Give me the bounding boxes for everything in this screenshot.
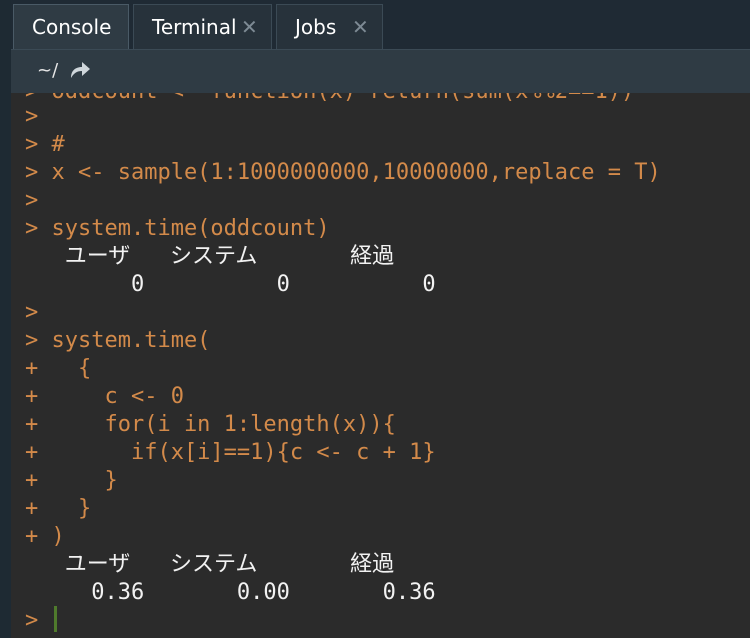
pane-left-border [0, 0, 11, 638]
working-directory-path: ~/ [37, 60, 59, 81]
tab-terminal[interactable]: Terminal ✕ [133, 4, 272, 49]
tab-jobs[interactable]: Jobs ✕ [276, 4, 383, 49]
console-line: > # [25, 132, 65, 157]
share-arrow-icon[interactable] [68, 59, 92, 85]
console-line: > [25, 188, 39, 213]
tab-terminal-label: Terminal [152, 15, 237, 39]
console-line: + } [25, 496, 92, 521]
console-line: + if(x[i]==1){c <- c + 1} [25, 440, 436, 465]
console-line: > oddcount <- function(x) return(sum(x%%… [25, 93, 634, 106]
console-output-line: 0.36 0.00 0.36 [25, 580, 449, 605]
console-output-line: 0 0 0 [25, 272, 449, 297]
console-line: + { [25, 356, 92, 381]
close-icon[interactable]: ✕ [241, 5, 258, 49]
tab-bar: Console Terminal ✕ Jobs ✕ [11, 0, 750, 49]
console-output-line: ユーザ システム 経過 [25, 552, 421, 577]
rstudio-console-pane: Console Terminal ✕ Jobs ✕ ~/ > oddcount … [0, 0, 750, 638]
close-icon[interactable]: ✕ [352, 5, 369, 49]
console-output[interactable]: > oddcount <- function(x) return(sum(x%%… [11, 93, 750, 638]
console-line: + ) [25, 524, 65, 549]
console-line: > system.time( [25, 328, 211, 353]
console-output-line: ユーザ システム 経過 [25, 244, 421, 269]
console-line: > [25, 300, 39, 325]
tab-jobs-label: Jobs [295, 15, 337, 39]
console-line: + for(i in 1:length(x)){ [25, 412, 396, 437]
text-cursor [54, 606, 57, 632]
console-toolbar: ~/ [11, 49, 750, 93]
console-line: + c <- 0 [25, 384, 184, 409]
tab-console[interactable]: Console [13, 4, 129, 49]
console-prompt-line: > [25, 608, 39, 633]
console-line: > x <- sample(1:1000000000,10000000,repl… [25, 160, 661, 185]
console-line: + } [25, 468, 118, 493]
console-line: > [25, 104, 39, 129]
tab-console-label: Console [32, 15, 112, 39]
console-line: > system.time(oddcount) [25, 216, 330, 241]
